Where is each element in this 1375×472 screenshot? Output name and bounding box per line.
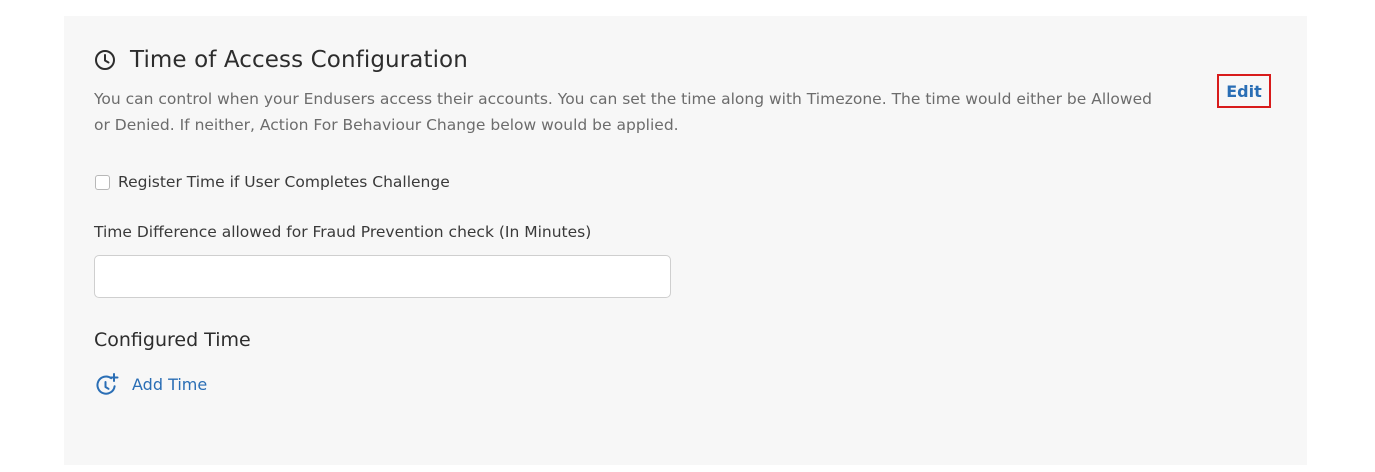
add-time-button[interactable]: Add Time (94, 372, 207, 398)
time-of-access-panel: Time of Access Configuration You can con… (64, 16, 1307, 465)
fraud-prevention-input[interactable] (94, 255, 671, 298)
add-time-icon (94, 372, 120, 398)
configured-time-heading: Configured Time (94, 329, 251, 351)
register-time-checkbox[interactable] (95, 174, 110, 190)
edit-button[interactable]: Edit (1217, 74, 1271, 108)
section-header: Time of Access Configuration (94, 44, 468, 76)
clock-icon (94, 49, 116, 71)
section-description: You can control when your Endusers acces… (94, 90, 1152, 134)
fraud-prevention-label: Time Difference allowed for Fraud Preven… (94, 223, 592, 241)
section-title: Time of Access Configuration (130, 47, 468, 73)
add-time-label: Add Time (132, 375, 208, 394)
register-time-label: Register Time if User Completes Challeng… (118, 173, 450, 191)
register-time-option[interactable]: Register Time if User Completes Challeng… (94, 171, 450, 193)
